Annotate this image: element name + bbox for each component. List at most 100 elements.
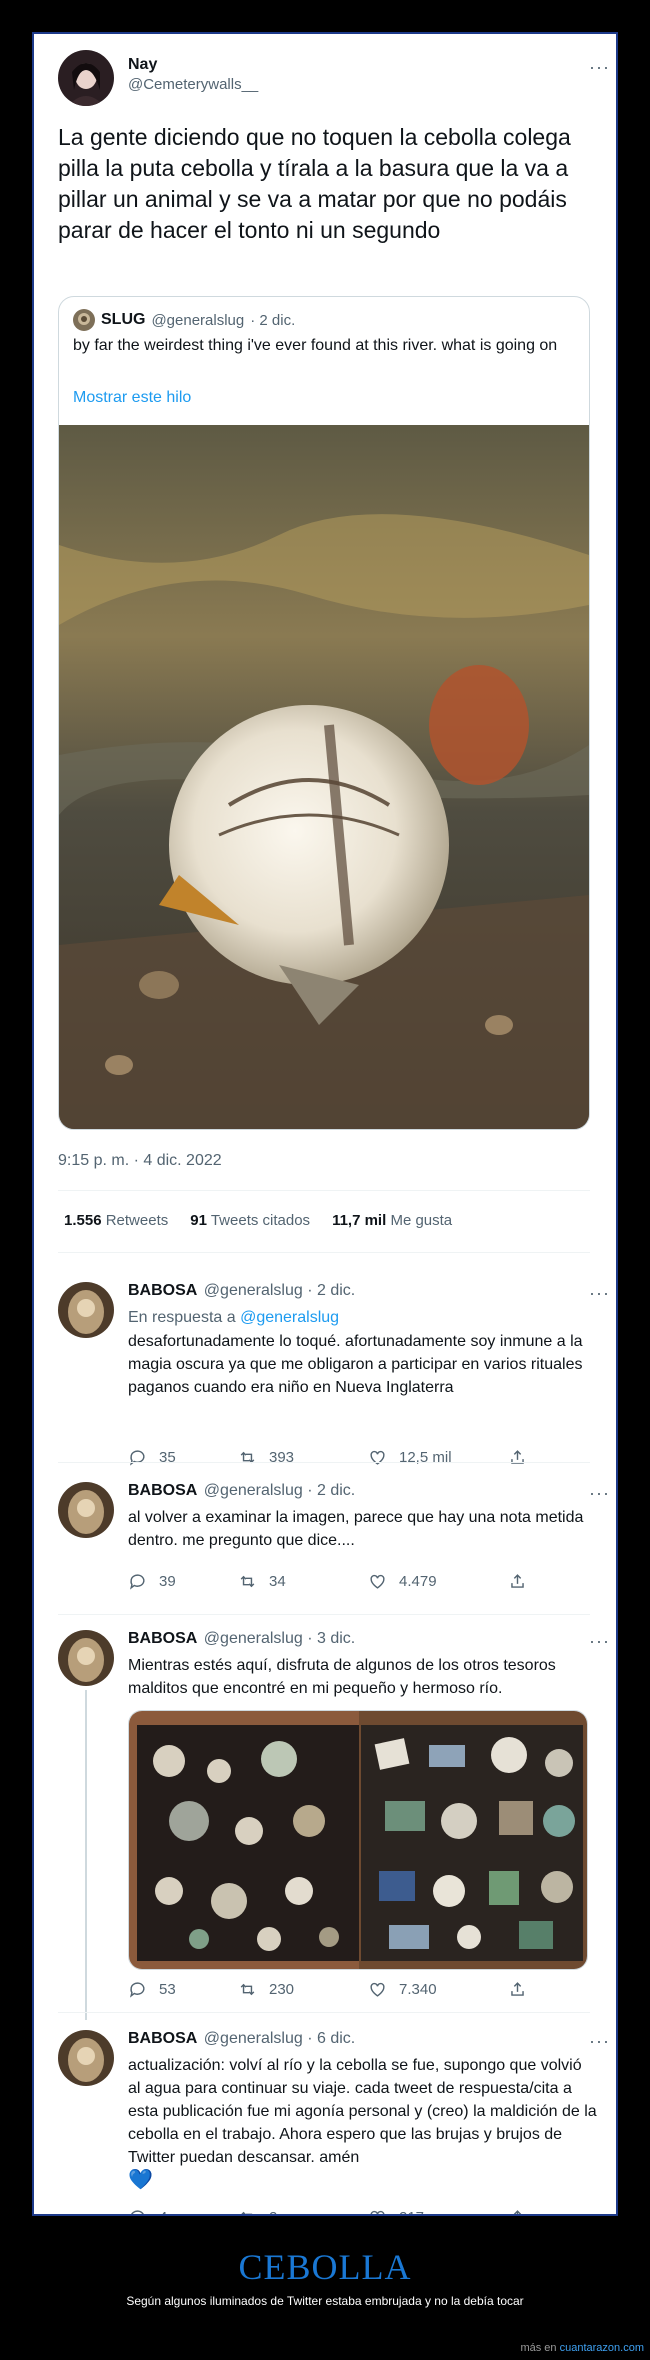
reply-count: 35: [159, 1449, 176, 1466]
quoted-text: by far the weirdest thing i've ever foun…: [73, 337, 558, 354]
like-count: 217: [399, 2209, 424, 2214]
site-link[interactable]: cuantarazon.com: [560, 2342, 644, 2354]
reply-tweet[interactable]: BABOSA @generalslug · 6 dic. ··· actuali…: [58, 2030, 609, 2214]
tweet-text: La gente diciendo que no toquen la cebol…: [58, 124, 571, 243]
reply-prefix: En respuesta a: [128, 1309, 236, 1326]
retweet-button[interactable]: 230: [238, 1980, 294, 1999]
retweet-count: 230: [269, 1981, 295, 1998]
reply-author-handle[interactable]: @generalslug: [204, 1482, 303, 1499]
reply-author-name[interactable]: BABOSA: [128, 2030, 197, 2047]
like-count: 7.340: [399, 1981, 437, 1998]
share-icon: [511, 1574, 524, 1588]
tweet-header: Nay @Cemeterywalls__ ···: [58, 50, 609, 110]
quoted-avatar: [73, 309, 95, 331]
quotes-stat[interactable]: 91 Tweets citados: [190, 1212, 310, 1229]
reply-text: actualización: volví al río y la cebolla…: [128, 2054, 598, 2192]
reply-author-name[interactable]: BABOSA: [128, 1282, 197, 1299]
author-name[interactable]: Nay: [128, 56, 258, 74]
show-thread-link[interactable]: Mostrar este hilo: [73, 389, 191, 407]
divider: [58, 1614, 590, 1615]
like-button[interactable]: 4.479: [368, 1572, 437, 1591]
reply-author-name[interactable]: BABOSA: [128, 1630, 197, 1647]
share-button[interactable]: [508, 1572, 527, 1591]
retweets-label: Retweets: [105, 1212, 169, 1229]
share-button[interactable]: [508, 1448, 527, 1467]
reply-author-handle[interactable]: @generalslug: [204, 2030, 303, 2047]
retweets-stat[interactable]: 1.556 Retweets: [64, 1212, 168, 1229]
share-button[interactable]: [508, 1980, 527, 1999]
likes-stat[interactable]: 11,7 mil Me gusta: [332, 1212, 452, 1229]
reply-date[interactable]: · 2 dic.: [307, 1282, 355, 1299]
like-button[interactable]: 12,5 mil: [368, 1448, 452, 1467]
treasures-photo-gallery[interactable]: [128, 1710, 588, 1970]
share-icon: [513, 2210, 522, 2214]
reply-button[interactable]: 4: [128, 2208, 167, 2214]
quotes-count: 91: [190, 1212, 207, 1229]
avatar[interactable]: [58, 50, 114, 106]
quoted-tweet-header: SLUG @generalslug · 2 dic.: [73, 309, 295, 331]
onion-photo[interactable]: [59, 425, 589, 1129]
like-button[interactable]: 7.340: [368, 1980, 437, 1999]
quoted-tweet[interactable]: SLUG @generalslug · 2 dic. by far the we…: [58, 296, 590, 1130]
share-button[interactable]: [508, 2208, 527, 2214]
reply-to-link[interactable]: @generalslug: [240, 1309, 339, 1326]
reply-date[interactable]: · 2 dic.: [307, 1482, 355, 1499]
more-options-icon[interactable]: ···: [589, 1284, 610, 1302]
tweet-card: Nay @Cemeterywalls__ ··· La gente dicien…: [32, 32, 618, 2216]
avatar[interactable]: [58, 2030, 114, 2086]
comment-icon: [129, 1574, 145, 1590]
avatar[interactable]: [58, 1282, 114, 1338]
reply-button[interactable]: 35: [128, 1448, 176, 1467]
reply-header: BABOSA @generalslug · 2 dic.: [128, 1282, 355, 1300]
retweet-icon: [240, 1575, 255, 1588]
avatar[interactable]: [58, 1630, 114, 1686]
reply-author-name[interactable]: BABOSA: [128, 1482, 197, 1499]
divider: [58, 1190, 590, 1191]
heart-icon: [370, 2210, 385, 2214]
divider: [58, 1252, 590, 1253]
retweet-button[interactable]: 2: [238, 2208, 277, 2214]
tweet-timestamp[interactable]: 9:15 p. m. · 4 dic. 2022: [58, 1152, 222, 1170]
retweet-button[interactable]: 393: [238, 1448, 294, 1467]
reply-in-response-to: En respuesta a @generalslug: [128, 1306, 598, 1329]
avatar[interactable]: [58, 1482, 114, 1538]
quoted-date: · 2 dic.: [250, 311, 296, 329]
retweet-count: 2: [269, 2209, 277, 2214]
more-options-icon[interactable]: ···: [589, 2032, 610, 2050]
more-options-icon[interactable]: ···: [589, 1632, 610, 1650]
more-options-icon[interactable]: ···: [589, 58, 610, 76]
share-icon: [511, 1450, 524, 1464]
reply-author-handle[interactable]: @generalslug: [204, 1282, 303, 1299]
likes-label: Me gusta: [390, 1212, 453, 1229]
reply-author-handle[interactable]: @generalslug: [204, 1630, 303, 1647]
retweet-icon: [240, 1451, 255, 1464]
reply-tweet[interactable]: BABOSA @generalslug · 2 dic. ··· al volv…: [58, 1482, 609, 1602]
quotes-label: Tweets citados: [210, 1212, 311, 1229]
reply-button[interactable]: 39: [128, 1572, 176, 1591]
retweet-icon: [241, 2211, 253, 2214]
reply-header: BABOSA @generalslug · 6 dic.: [128, 2030, 355, 2048]
retweet-button[interactable]: 34: [238, 1572, 286, 1591]
reply-tweet[interactable]: BABOSA @generalslug · 3 dic. ··· Mientra…: [58, 1630, 609, 2020]
reply-date[interactable]: · 6 dic.: [307, 2030, 355, 2047]
share-icon: [511, 1982, 524, 1996]
reply-date[interactable]: · 3 dic.: [307, 1630, 355, 1647]
reply-header: BABOSA @generalslug · 2 dic.: [128, 1482, 355, 1500]
comment-icon: [129, 1982, 145, 1998]
reply-tweet[interactable]: BABOSA @generalslug · 2 dic. ··· En resp…: [58, 1282, 609, 1466]
heart-icon: [370, 1574, 385, 1589]
reply-button[interactable]: 53: [128, 1980, 176, 1999]
retweet-count: 34: [269, 1573, 286, 1590]
site-credit: más en cuantarazon.com: [520, 2342, 644, 2354]
more-options-icon[interactable]: ···: [589, 1484, 610, 1502]
reply-header: BABOSA @generalslug · 3 dic.: [128, 1630, 355, 1648]
retweets-count: 1.556: [64, 1212, 102, 1229]
reply-text: al volver a examinar la imagen, parece q…: [128, 1509, 584, 1549]
like-button[interactable]: 217: [368, 2208, 424, 2214]
reply-count: 39: [159, 1573, 176, 1590]
heart-icon: [370, 1450, 385, 1465]
likes-count: 11,7 mil: [332, 1212, 387, 1229]
divider: [58, 1462, 590, 1463]
author-handle[interactable]: @Cemeterywalls__: [128, 76, 258, 93]
reply-text-content: actualización: volví al río y la cebolla…: [128, 2057, 597, 2166]
